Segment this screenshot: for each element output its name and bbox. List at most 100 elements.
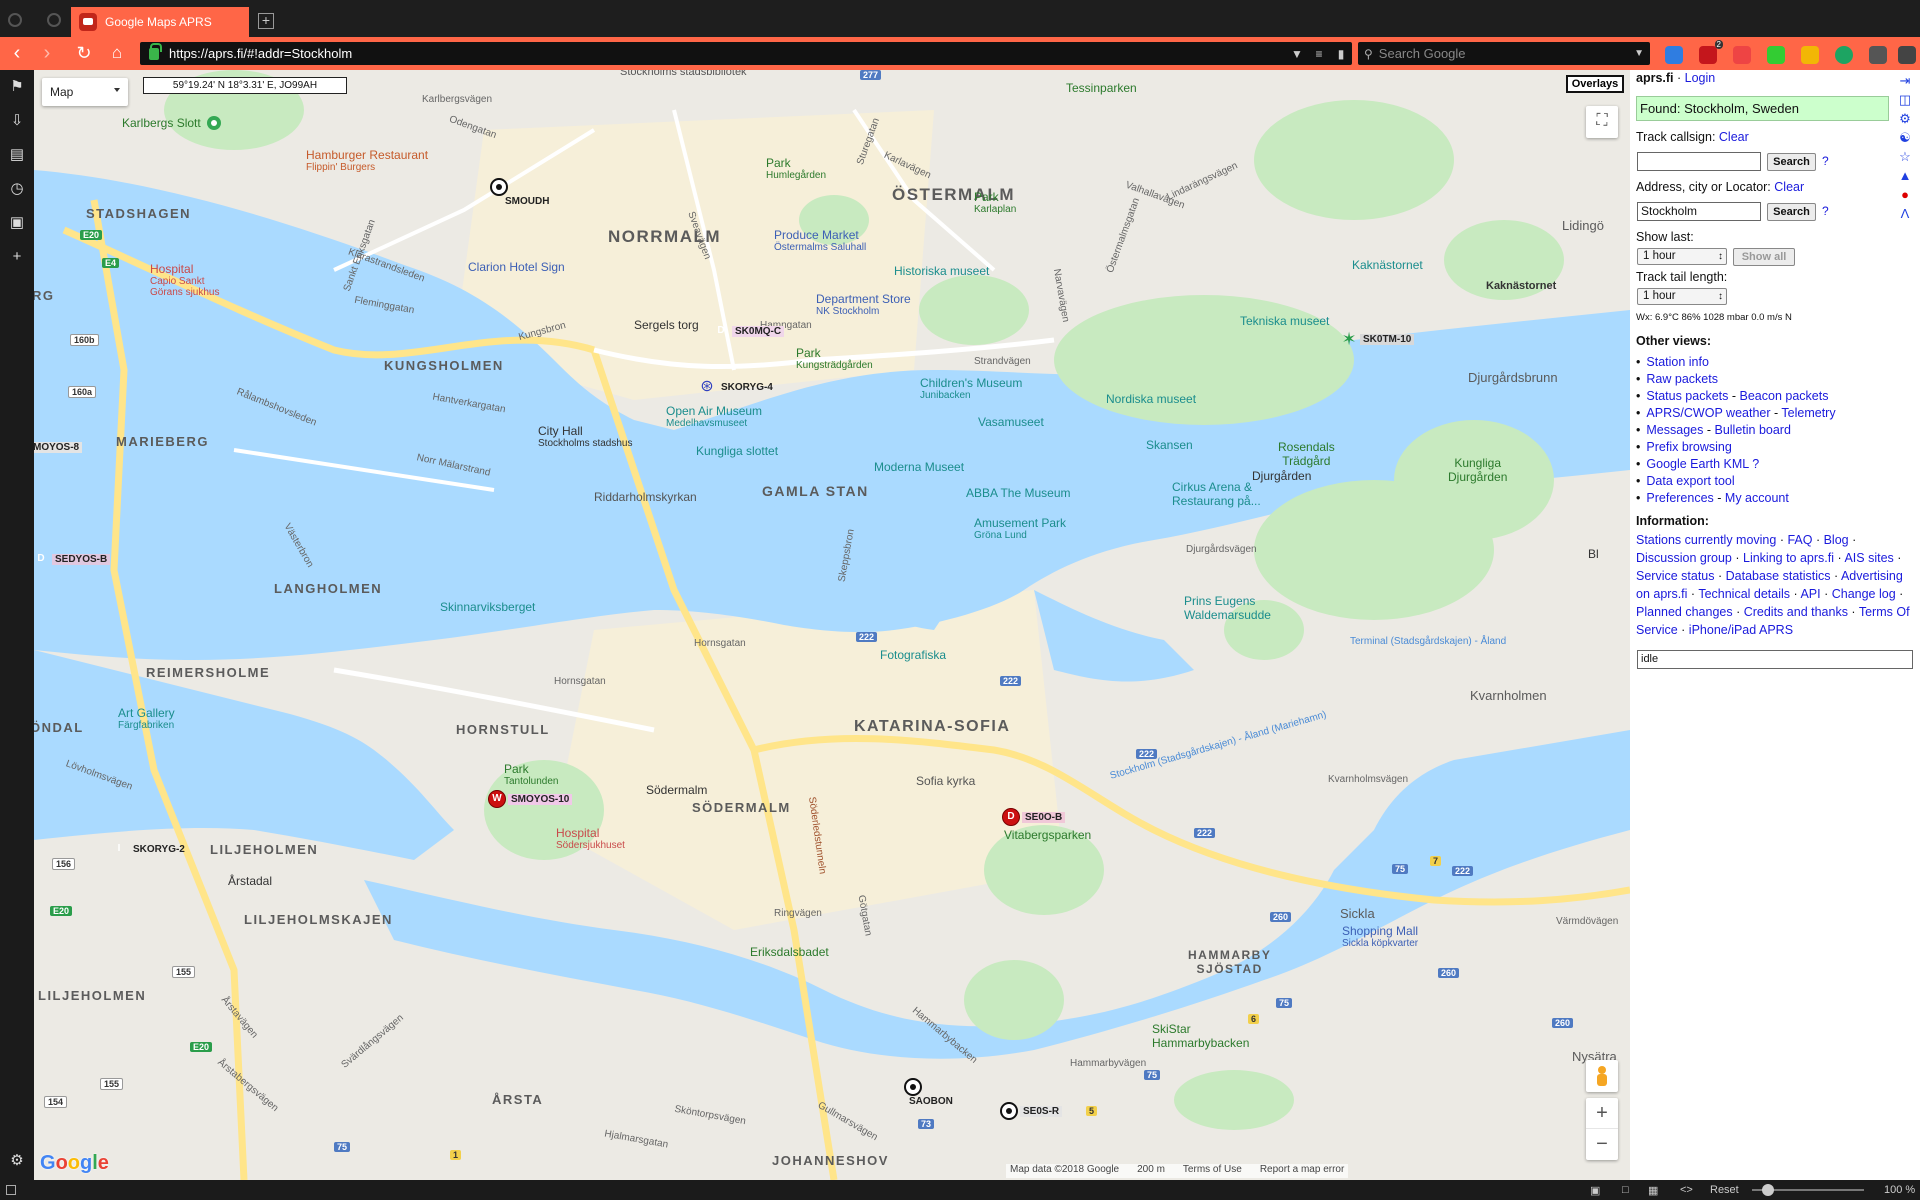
poi-kungliga-slottet[interactable]: Kungliga slottet xyxy=(696,444,778,458)
panel-toggle-icon[interactable] xyxy=(6,1185,16,1195)
station-skoryg-2[interactable]: I SKORYG-2 xyxy=(110,840,188,858)
discussion-group-link[interactable]: Discussion group xyxy=(1636,551,1732,565)
poi-eriksdalsbadet[interactable]: Eriksdalsbadet xyxy=(750,945,829,959)
poi-amusement-park[interactable]: Amusement Park Gröna Lund xyxy=(974,516,1066,541)
map-type-select[interactable]: Map xyxy=(42,78,128,106)
iphone-aprs-link[interactable]: iPhone/iPad APRS xyxy=(1689,623,1793,637)
ais-sites-link[interactable]: AIS sites xyxy=(1844,551,1893,565)
station-saobon[interactable]: SAOBON xyxy=(904,1078,956,1107)
google-earth-kml-link[interactable]: Google Earth KML ? xyxy=(1646,457,1759,471)
poi-clarion-hotel[interactable]: Clarion Hotel Sign xyxy=(468,260,565,274)
zoom-out-button[interactable]: − xyxy=(1586,1129,1618,1160)
zoom-slider-handle[interactable] xyxy=(1762,1184,1774,1196)
poi-city-hall[interactable]: City Hall Stockholms stadshus xyxy=(538,424,633,449)
poi-hamburger-restaurant[interactable]: Hamburger Restaurant Flippin' Burgers xyxy=(306,148,428,173)
poi-nordiska-museet[interactable]: Nordiska museet xyxy=(1106,392,1196,406)
station-skoryg-4[interactable]: ⊛ SKORYG-4 xyxy=(698,378,776,396)
window-panel-icon[interactable]: ▣ xyxy=(9,215,25,231)
reload-button[interactable]: ↻ xyxy=(74,44,94,64)
extension-last-icon[interactable] xyxy=(1898,46,1916,64)
poi-kaknastornet[interactable]: Kaknästornet xyxy=(1352,258,1423,272)
window-action-icon[interactable] xyxy=(47,13,61,27)
poi-childrens-museum[interactable]: Children's Museum Junibacken xyxy=(920,376,1022,401)
rail-red-dot-icon[interactable]: ● xyxy=(1898,188,1912,202)
my-account-link[interactable]: My account xyxy=(1725,491,1789,505)
poi-rosendals-tradgard[interactable]: Rosendals Trädgård xyxy=(1278,440,1335,468)
terms-of-use-link[interactable]: Terms of Use xyxy=(1183,1164,1242,1178)
poi-department-store[interactable]: Department Store NK Stockholm xyxy=(816,292,911,317)
poi-vitabergsparken[interactable]: Vitabergsparken xyxy=(1004,828,1091,842)
messages-link[interactable]: Messages xyxy=(1646,423,1703,437)
poi-produce-market[interactable]: Produce Market Östermalms Saluhall xyxy=(774,228,866,253)
bookmarks-icon[interactable]: ⚑ xyxy=(9,79,25,95)
poi-hospital-capio[interactable]: Hospital Capio Sankt Görans sjukhus xyxy=(150,262,230,298)
blog-link[interactable]: Blog xyxy=(1824,533,1849,547)
camera-icon[interactable]: ▣ xyxy=(1590,1184,1600,1197)
preferences-link[interactable]: Preferences xyxy=(1646,491,1713,505)
extension-green-icon[interactable] xyxy=(1767,46,1785,64)
poi-skistar[interactable]: SkiStar Hammarbybacken xyxy=(1152,1022,1249,1050)
zoom-in-button[interactable]: + xyxy=(1586,1098,1618,1129)
data-export-link[interactable]: Data export tool xyxy=(1646,474,1734,488)
reset-zoom-button[interactable]: Reset xyxy=(1710,1184,1739,1196)
overlays-button[interactable]: Overlays xyxy=(1566,75,1624,93)
add-panel-icon[interactable]: + xyxy=(9,249,25,265)
ublock-icon[interactable]: 2 xyxy=(1699,40,1723,64)
poi-hospital-sodersjukhuset[interactable]: Hospital Södersjukhuset xyxy=(556,826,625,851)
extension-mask-icon[interactable] xyxy=(1869,46,1887,64)
tail-length-select[interactable]: 1 hour xyxy=(1637,288,1727,305)
linking-link[interactable]: Linking to aprs.fi xyxy=(1743,551,1834,565)
window-menu-icon[interactable] xyxy=(8,13,22,27)
api-link[interactable]: API xyxy=(1800,587,1820,601)
poi-park-humlegarden[interactable]: Park Humlegården xyxy=(766,156,826,181)
rail-gear-icon[interactable]: ⚙ xyxy=(1898,112,1912,126)
window-icon[interactable]: □ xyxy=(1622,1184,1629,1196)
station-smoyos-10[interactable]: W SMOYOS-10 xyxy=(488,790,573,808)
tab-aprs[interactable]: Google Maps APRS xyxy=(71,7,249,37)
telemetry-link[interactable]: Telemetry xyxy=(1781,406,1835,420)
poi-sofia-kyrka[interactable]: Sofia kyrka xyxy=(916,774,975,788)
rail-arrow-icon[interactable]: ⇥ xyxy=(1898,74,1912,88)
change-log-link[interactable]: Change log xyxy=(1832,587,1896,601)
reader-view-icon[interactable]: ≡ xyxy=(1308,47,1330,61)
history-icon[interactable]: ◷ xyxy=(9,181,25,197)
poi-kungliga-djurgarden[interactable]: Kungliga Djurgården xyxy=(1448,456,1507,484)
address-input[interactable]: Stockholm xyxy=(1637,202,1761,221)
station-sedyos-b[interactable]: D SEDYOS-B xyxy=(34,550,111,568)
extension-yellow-icon[interactable] xyxy=(1801,46,1819,64)
callsign-help-link[interactable]: ? xyxy=(1822,154,1829,168)
poi-prins-eugens-waldemarsudde[interactable]: Prins Eugens Waldemarsudde xyxy=(1184,594,1271,622)
poi-karlbergs-slott[interactable]: Karlbergs Slott xyxy=(122,116,225,130)
search-google-field[interactable]: ⚲ Search Google ▼ xyxy=(1358,42,1650,65)
poi-moderna-museet[interactable]: Moderna Museet xyxy=(874,460,964,474)
poi-park-karlaplan[interactable]: Park Karlaplan xyxy=(974,190,1016,215)
station-info-link[interactable]: Station info xyxy=(1646,355,1709,369)
poi-skansen[interactable]: Skansen xyxy=(1146,438,1193,452)
station-se0o-b[interactable]: D SE0O-B xyxy=(1002,808,1066,826)
poi-historiska-museet[interactable]: Historiska museet xyxy=(894,264,989,278)
station-sk0mq-c[interactable]: D SK0MQ-C xyxy=(712,322,785,340)
faq-link[interactable]: FAQ xyxy=(1787,533,1812,547)
street-view-pegman-icon[interactable] xyxy=(1586,1060,1618,1092)
new-tab-button[interactable]: + xyxy=(258,13,274,29)
address-clear-link[interactable]: Clear xyxy=(1774,180,1804,194)
station-moyos-8[interactable]: MOYOS-8 xyxy=(34,442,83,453)
search-dropdown-icon[interactable]: ▼ xyxy=(1634,48,1644,59)
rail-tripod-icon[interactable]: Λ xyxy=(1898,207,1912,221)
poi-abba-museum[interactable]: ABBA The Museum xyxy=(966,486,1071,500)
poi-fotografiska[interactable]: Fotografiska xyxy=(880,648,946,662)
poi-open-air-museum[interactable]: Open Air Museum Medelhavsmuseet xyxy=(666,404,762,429)
database-statistics-link[interactable]: Database statistics xyxy=(1726,569,1831,583)
service-status-link[interactable]: Service status xyxy=(1636,569,1715,583)
rail-star-icon[interactable]: ☆ xyxy=(1898,150,1912,164)
rail-sitemap-icon[interactable]: ☯ xyxy=(1898,131,1912,145)
report-map-error-link[interactable]: Report a map error xyxy=(1260,1164,1344,1178)
planned-changes-link[interactable]: Planned changes xyxy=(1636,605,1733,619)
callsign-search-button[interactable]: Search xyxy=(1767,153,1816,171)
poi-sergels-torg[interactable]: Sergels torg xyxy=(634,318,699,332)
credits-link[interactable]: Credits and thanks xyxy=(1744,605,1848,619)
raw-packets-link[interactable]: Raw packets xyxy=(1646,372,1718,386)
settings-gear-icon[interactable]: ⚙ xyxy=(9,1153,25,1169)
station-sk0tm-10[interactable]: ✶ SK0TM-10 xyxy=(1340,330,1415,348)
prefix-browsing-link[interactable]: Prefix browsing xyxy=(1646,440,1731,454)
